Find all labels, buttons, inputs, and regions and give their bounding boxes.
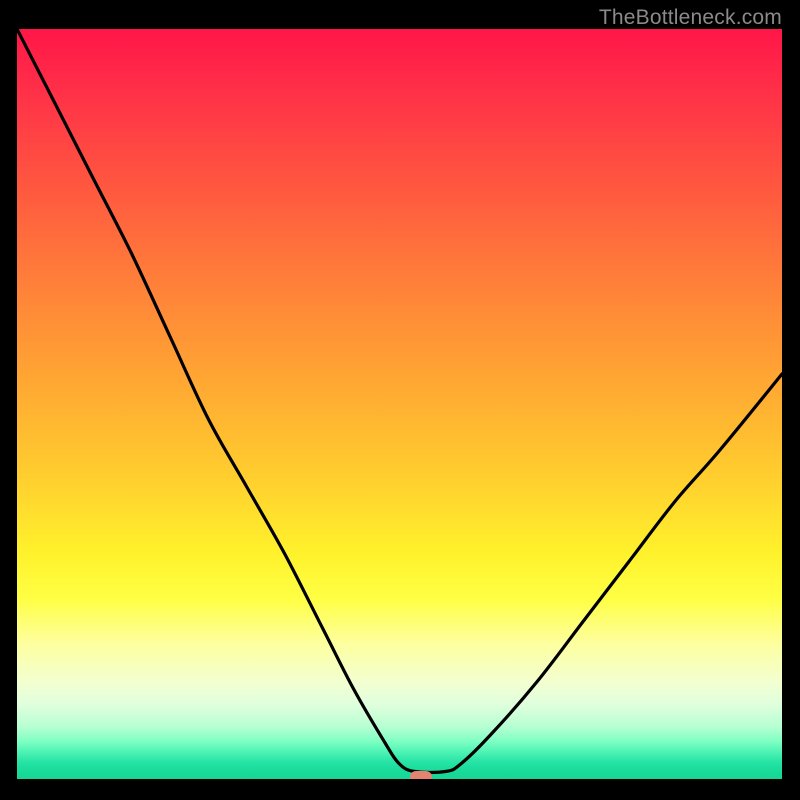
optimum-marker xyxy=(410,771,432,779)
chart-frame: TheBottleneck.com xyxy=(0,0,800,800)
watermark-text: TheBottleneck.com xyxy=(599,6,782,30)
plot-area xyxy=(17,29,782,779)
bottleneck-curve xyxy=(17,29,782,779)
